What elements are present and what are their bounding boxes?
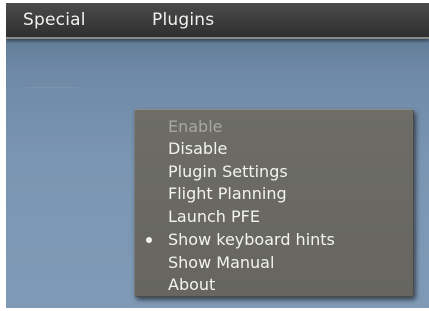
menu-item-disable[interactable]: Disable [168,138,403,160]
checked-bullet-icon [146,237,152,243]
menu-item-launch-pfe[interactable]: Launch PFE [168,206,403,228]
background-detail [26,87,78,88]
menu-item-enable: Enable [168,117,223,136]
menu-item-flight-planning[interactable]: Flight Planning [168,183,403,205]
menu-bar: Special Plugins [6,3,429,39]
menu-item-label: Show keyboard hints [168,230,335,249]
menu-item-show-manual[interactable]: Show Manual [168,252,403,274]
app-window: Special Plugins Enable Disable Plugin Se… [6,3,429,308]
menu-item-plugin-settings[interactable]: Plugin Settings [168,161,403,183]
menu-item-show-keyboard-hints[interactable]: Show keyboard hints [146,229,403,251]
menu-special[interactable]: Special [23,10,86,30]
menu-plugins[interactable]: Plugins [152,10,214,30]
menu-item-about[interactable]: About [168,274,403,296]
plugins-dropdown-menu: Enable Disable Plugin Settings Flight Pl… [134,109,414,297]
